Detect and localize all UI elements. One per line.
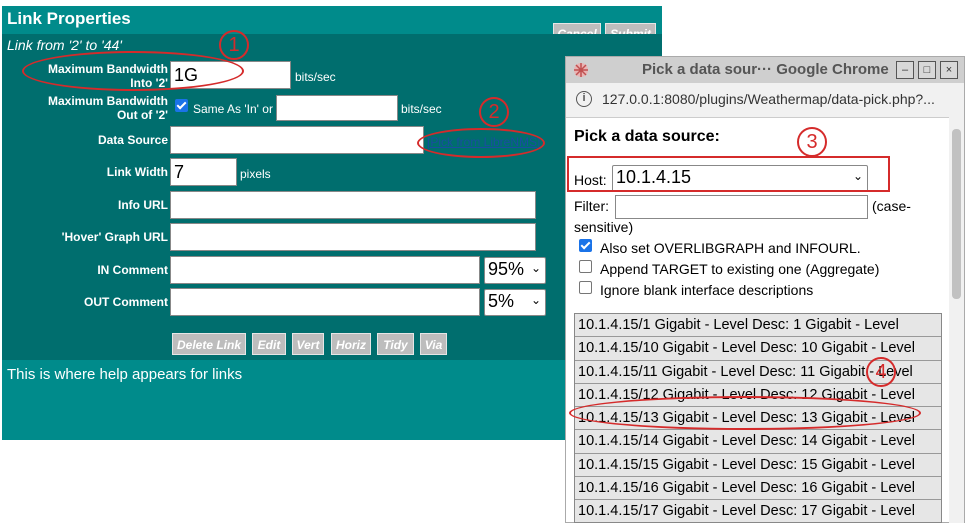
annotation-ellipse-item-13	[569, 396, 921, 430]
link-width-label: Link Width	[106, 165, 168, 179]
horiz-button[interactable]: Horiz	[331, 333, 371, 355]
page-url: 127.0.0.1:8080/plugins/Weathermap/data-p…	[602, 91, 935, 107]
via-button[interactable]: Via	[420, 333, 447, 355]
append-target-checkbox[interactable]	[579, 260, 592, 273]
annotation-number-3: 3	[797, 127, 827, 157]
chevron-down-icon: ⌄	[530, 261, 541, 275]
hover-graph-label: 'Hover' Graph URL	[61, 230, 168, 244]
app-icon	[574, 63, 588, 77]
scrollbar[interactable]	[949, 117, 964, 523]
filter-hint: (case-	[872, 198, 911, 214]
data-source-label: Data Source	[97, 133, 168, 147]
ignore-blank-label: Ignore blank interface descriptions	[600, 282, 814, 298]
list-item[interactable]: 10.1.4.15/14 Gigabit - Level Desc: 14 Gi…	[575, 430, 941, 454]
list-item[interactable]: 10.1.4.15/17 Gigabit - Level Desc: 17 Gi…	[575, 500, 941, 522]
scrollbar-thumb[interactable]	[952, 129, 961, 299]
filter-label: Filter:	[574, 198, 609, 214]
filter-hint-cont: sensitive)	[574, 219, 634, 235]
data-source-popup-window: Pick a data sour··· Google Chrome – □ × …	[565, 56, 965, 523]
delete-link-button[interactable]: Delete Link	[172, 333, 246, 355]
info-url-label: Info URL	[118, 198, 168, 212]
filter-input[interactable]	[615, 195, 868, 219]
out-comment-position-select[interactable]: 5% ⌄	[484, 289, 546, 316]
annotation-ellipse-bandwidth	[22, 51, 244, 91]
max-bw-in-unit: bits/sec	[295, 70, 336, 84]
ignore-blank-checkbox[interactable]	[579, 281, 592, 294]
max-bw-out-input[interactable]	[276, 95, 398, 121]
in-comment-label: IN Comment	[97, 263, 168, 277]
edit-button[interactable]: Edit	[252, 333, 286, 355]
overlib-label: Also set OVERLIBGRAPH and INFOURL.	[600, 240, 861, 256]
vert-button[interactable]: Vert	[292, 333, 324, 355]
link-width-input[interactable]: 7	[170, 158, 237, 186]
annotation-number-4: 4	[866, 357, 896, 387]
close-icon[interactable]: ×	[940, 61, 958, 79]
info-icon[interactable]: i	[576, 91, 592, 107]
append-target-label: Append TARGET to existing one (Aggregate…	[600, 261, 880, 277]
annotation-box-host	[567, 156, 890, 192]
link-subtitle: Link from '2' to '44'	[7, 37, 122, 53]
address-bar[interactable]: i 127.0.0.1:8080/plugins/Weathermap/data…	[566, 83, 964, 118]
annotation-number-1: 1	[219, 30, 249, 60]
tidy-button[interactable]: Tidy	[377, 333, 414, 355]
out-comment-label: OUT Comment	[84, 295, 168, 309]
minimize-icon[interactable]: –	[896, 61, 914, 79]
list-item[interactable]: 10.1.4.15/16 Gigabit - Level Desc: 16 Gi…	[575, 477, 941, 501]
same-as-in-label: Same As 'In' or	[193, 102, 273, 116]
panel-title: Link Properties	[7, 9, 131, 28]
popup-heading: Pick a data source:	[574, 128, 720, 145]
link-width-unit: pixels	[240, 167, 271, 181]
help-text: This is where help appears for links	[7, 366, 243, 383]
info-url-input[interactable]	[170, 191, 536, 219]
annotation-number-2: 2	[479, 97, 509, 127]
chevron-down-icon: ⌄	[530, 293, 541, 307]
max-bw-out-unit: bits/sec	[401, 102, 442, 116]
list-item[interactable]: 10.1.4.15/1 Gigabit - Level Desc: 1 Giga…	[575, 314, 941, 338]
in-comment-input[interactable]	[170, 256, 480, 284]
out-comment-input[interactable]	[170, 288, 480, 316]
overlib-checkbox[interactable]	[579, 239, 592, 252]
window-title: Pick a data sour··· Google Chrome	[642, 61, 889, 78]
hover-graph-input[interactable]	[170, 223, 536, 251]
annotation-ellipse-pick-link	[417, 128, 545, 158]
same-as-in-checkbox[interactable]	[175, 99, 188, 112]
data-source-input[interactable]	[170, 126, 424, 154]
window-titlebar[interactable]: Pick a data sour··· Google Chrome – □ ×	[566, 57, 964, 83]
maximize-icon[interactable]: □	[918, 61, 936, 79]
max-bw-out-label: Maximum Bandwidth Out of '2'	[47, 94, 168, 122]
in-comment-position-select[interactable]: 95% ⌄	[484, 257, 546, 284]
list-item[interactable]: 10.1.4.15/15 Gigabit - Level Desc: 15 Gi…	[575, 453, 941, 478]
